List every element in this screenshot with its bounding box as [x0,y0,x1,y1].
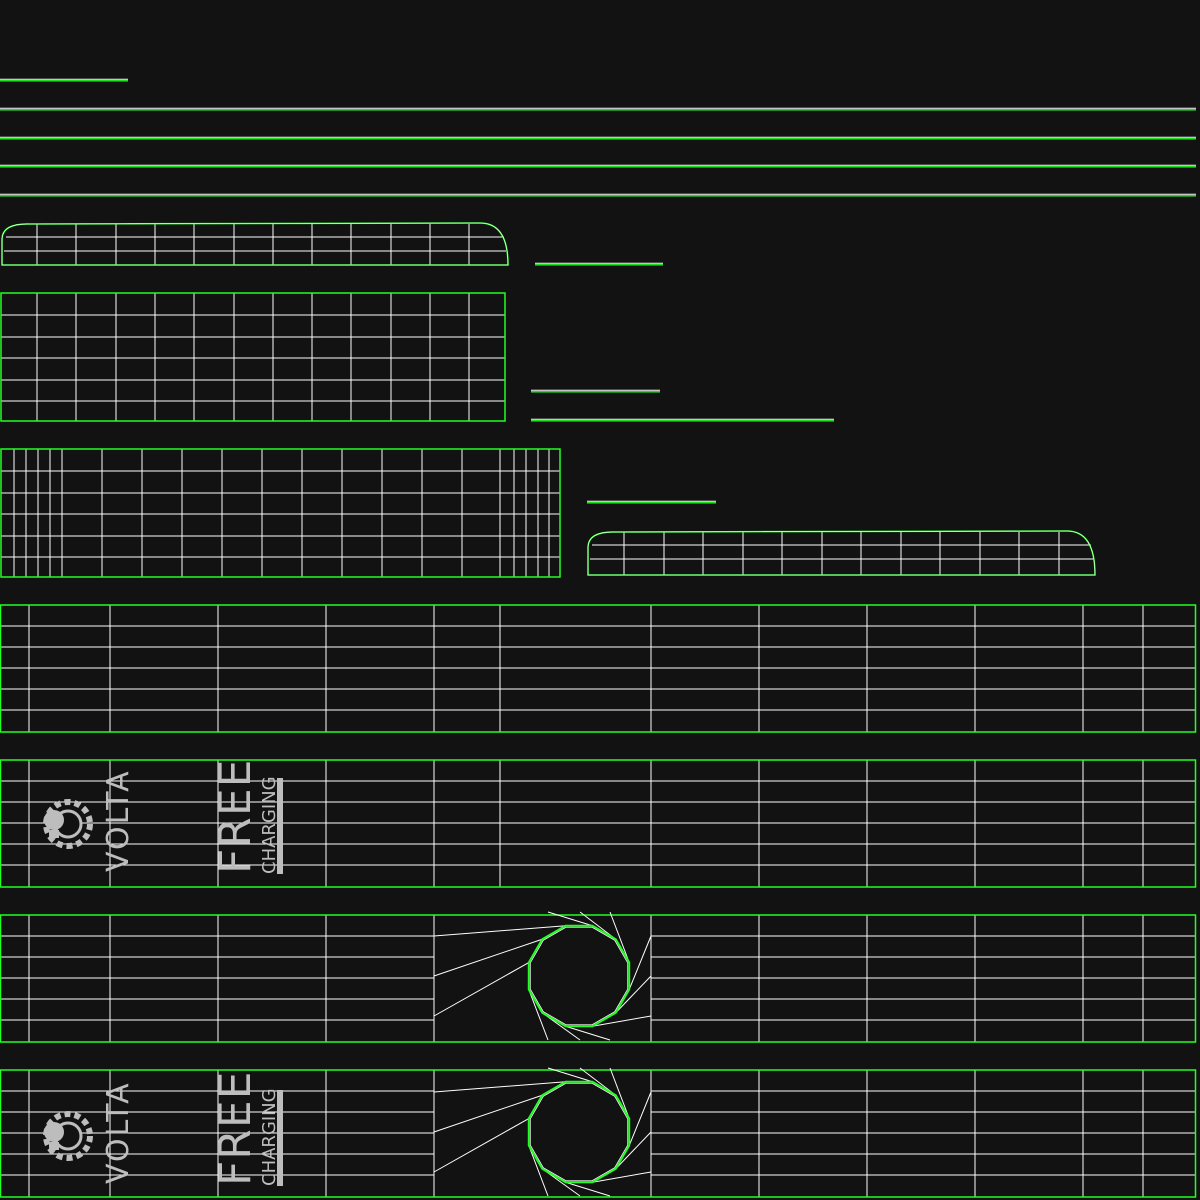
volta-brand-text: VOLTA [101,769,136,872]
volta-brand-text: VOLTA [101,1081,136,1184]
hole-edge [527,1080,631,1184]
free-tagline-text: FREE [210,1071,261,1186]
charging-tagline-text: CHARGING [259,1088,280,1186]
free-tagline-text: FREE [210,759,261,874]
charging-underline [277,778,283,874]
charging-underline [277,1090,283,1186]
charging-tagline-text: CHARGING [259,776,280,874]
hole-edge [527,924,631,1028]
uv-wireframe-canvas: VOLTA FREE CHARGING VOLTA FREE CHARGING [0,0,1200,1200]
